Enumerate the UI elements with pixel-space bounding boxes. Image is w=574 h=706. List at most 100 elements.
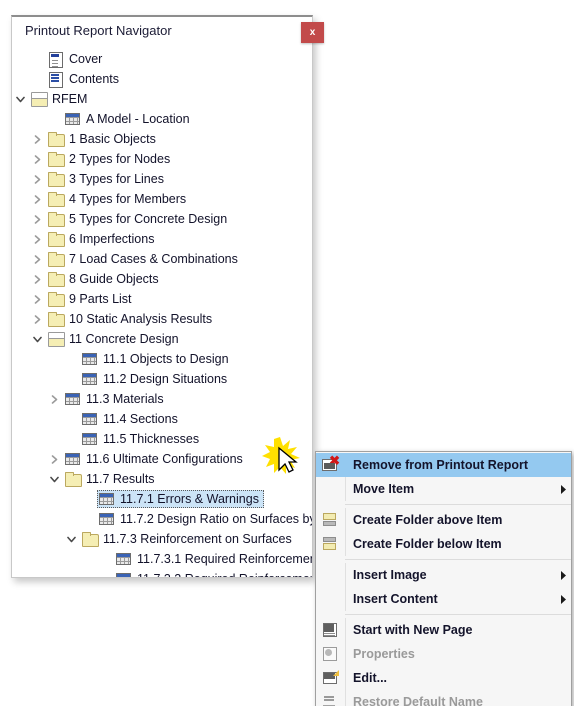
folder-icon — [65, 471, 82, 487]
tree-item[interactable]: 11 Concrete Design — [46, 330, 184, 348]
menu-item[interactable]: Create Folder above Item — [316, 508, 571, 532]
tree-no-twisty — [80, 489, 97, 509]
new-page-icon — [322, 622, 339, 638]
chevron-right-icon[interactable] — [29, 129, 46, 149]
tree-row[interactable]: 11 Concrete Design — [12, 329, 312, 349]
chevron-right-icon[interactable] — [46, 449, 63, 469]
tree-row[interactable]: 11.6 Ultimate Configurations — [12, 449, 312, 469]
tree-item[interactable]: 1 Basic Objects — [46, 130, 161, 148]
tree-row[interactable]: 11.3 Materials — [12, 389, 312, 409]
menu-item[interactable]: Create Folder below Item — [316, 532, 571, 556]
context-menu[interactable]: ✖ Remove from Printout Report Move Item Cre… — [315, 451, 572, 706]
tree-item[interactable]: 11.7.3.2 Required Reinforcement by — [114, 570, 312, 577]
tree-row[interactable]: 10 Static Analysis Results — [12, 309, 312, 329]
tree-row[interactable]: 11.7.3 Reinforcement on Surfaces — [12, 529, 312, 549]
tree-item[interactable]: 11.2 Design Situations — [80, 370, 232, 388]
tree-item[interactable]: 6 Imperfections — [46, 230, 159, 248]
report-tree[interactable]: Cover Contents RFEM A Model - Location 1 Bas… — [12, 46, 312, 577]
chevron-down-icon[interactable] — [29, 329, 46, 349]
tree-row[interactable]: 11.5 Thicknesses — [12, 429, 312, 449]
tree-item[interactable]: Contents — [46, 70, 124, 88]
chevron-right-icon[interactable] — [29, 309, 46, 329]
menu-item-label: Properties — [345, 642, 555, 666]
tree-item[interactable]: 11.7.3 Reinforcement on Surfaces — [80, 530, 297, 548]
menu-item[interactable]: Insert Content — [316, 587, 571, 611]
tree-row[interactable]: 11.4 Sections — [12, 409, 312, 429]
tree-item[interactable]: Cover — [46, 50, 107, 68]
menu-item[interactable]: ✖ Remove from Printout Report — [316, 453, 571, 477]
chevron-right-icon[interactable] — [29, 209, 46, 229]
tree-no-twisty — [63, 409, 80, 429]
tree-row[interactable]: 2 Types for Nodes — [12, 149, 312, 169]
tree-item[interactable]: 11.3 Materials — [63, 390, 169, 408]
chevron-right-icon[interactable] — [29, 249, 46, 269]
tree-no-twisty — [63, 429, 80, 449]
tree-item[interactable]: 9 Parts List — [46, 290, 137, 308]
menu-item-label: Restore Default Name — [345, 690, 555, 706]
tree-item-label: 1 Basic Objects — [69, 132, 156, 146]
tree-row[interactable]: 11.7.3.2 Required Reinforcement by — [12, 569, 312, 577]
tree-row[interactable]: 11.1 Objects to Design — [12, 349, 312, 369]
document-icon — [48, 51, 64, 68]
tree-row[interactable]: 7 Load Cases & Combinations — [12, 249, 312, 269]
tree-row[interactable]: 11.7.3.1 Required Reinforcement by — [12, 549, 312, 569]
tree-row[interactable]: Contents — [12, 69, 312, 89]
tree-item[interactable]: 10 Static Analysis Results — [46, 310, 217, 328]
tree-item[interactable]: RFEM — [29, 90, 92, 108]
tree-item[interactable]: 11.7.3.1 Required Reinforcement by — [114, 550, 312, 568]
chevron-right-icon[interactable] — [29, 289, 46, 309]
tree-item-selected[interactable]: 11.7.1 Errors & Warnings — [97, 490, 264, 508]
menu-item: Properties — [316, 642, 571, 666]
tree-item[interactable]: 7 Load Cases & Combinations — [46, 250, 243, 268]
tree-row[interactable]: 11.7.2 Design Ratio on Surfaces by Surfa — [12, 509, 312, 529]
menu-item-icon-gutter — [316, 477, 345, 501]
tree-row[interactable]: 3 Types for Lines — [12, 169, 312, 189]
tree-row[interactable]: 11.7.1 Errors & Warnings — [12, 489, 312, 509]
tree-row[interactable]: 6 Imperfections — [12, 229, 312, 249]
tree-item[interactable]: 11.5 Thicknesses — [80, 430, 204, 448]
tree-row[interactable]: 5 Types for Concrete Design — [12, 209, 312, 229]
tree-item[interactable]: 2 Types for Nodes — [46, 150, 175, 168]
menu-item[interactable]: Move Item — [316, 477, 571, 501]
chevron-down-icon[interactable] — [46, 469, 63, 489]
chevron-right-icon[interactable] — [29, 269, 46, 289]
tree-row[interactable]: RFEM — [12, 89, 312, 109]
tree-item[interactable]: 11.7.2 Design Ratio on Surfaces by Surfa — [97, 510, 312, 528]
chevron-right-icon[interactable] — [29, 189, 46, 209]
tree-item[interactable]: 11.6 Ultimate Configurations — [63, 450, 248, 468]
chevron-down-icon[interactable] — [63, 529, 80, 549]
chevron-right-icon[interactable] — [29, 149, 46, 169]
tree-item[interactable]: A Model - Location — [63, 110, 195, 128]
no-icon — [322, 567, 339, 583]
tree-item-label: 11.4 Sections — [103, 412, 178, 426]
tree-item-label: 5 Types for Concrete Design — [69, 212, 228, 226]
tree-row[interactable]: 8 Guide Objects — [12, 269, 312, 289]
tree-row[interactable]: 9 Parts List — [12, 289, 312, 309]
tree-item[interactable]: 11.4 Sections — [80, 410, 183, 428]
chevron-right-icon[interactable] — [46, 389, 63, 409]
tree-item[interactable]: 11.7 Results — [63, 470, 160, 488]
chevron-right-icon[interactable] — [29, 229, 46, 249]
tree-item[interactable]: 8 Guide Objects — [46, 270, 164, 288]
menu-separator — [345, 559, 571, 560]
table-icon — [116, 551, 132, 567]
menu-item[interactable]: Start with New Page — [316, 618, 571, 642]
menu-item[interactable]: Insert Image — [316, 563, 571, 587]
tree-row[interactable]: 11.2 Design Situations — [12, 369, 312, 389]
tree-item-label: Cover — [69, 52, 103, 66]
tree-row[interactable]: 4 Types for Members — [12, 189, 312, 209]
tree-row[interactable]: 11.7 Results — [12, 469, 312, 489]
chevron-down-icon[interactable] — [12, 89, 29, 109]
tree-row[interactable]: A Model - Location — [12, 109, 312, 129]
tree-item[interactable]: 4 Types for Members — [46, 190, 191, 208]
submenu-arrow-icon — [555, 484, 571, 494]
tree-item[interactable]: 3 Types for Lines — [46, 170, 169, 188]
tree-item[interactable]: 11.1 Objects to Design — [80, 350, 234, 368]
folder-icon — [48, 311, 65, 327]
tree-item[interactable]: 5 Types for Concrete Design — [46, 210, 232, 228]
tree-row[interactable]: 1 Basic Objects — [12, 129, 312, 149]
chevron-right-icon[interactable] — [29, 169, 46, 189]
close-icon[interactable]: x — [301, 22, 324, 43]
menu-item[interactable]: Edit... — [316, 666, 571, 690]
tree-row[interactable]: Cover — [12, 49, 312, 69]
